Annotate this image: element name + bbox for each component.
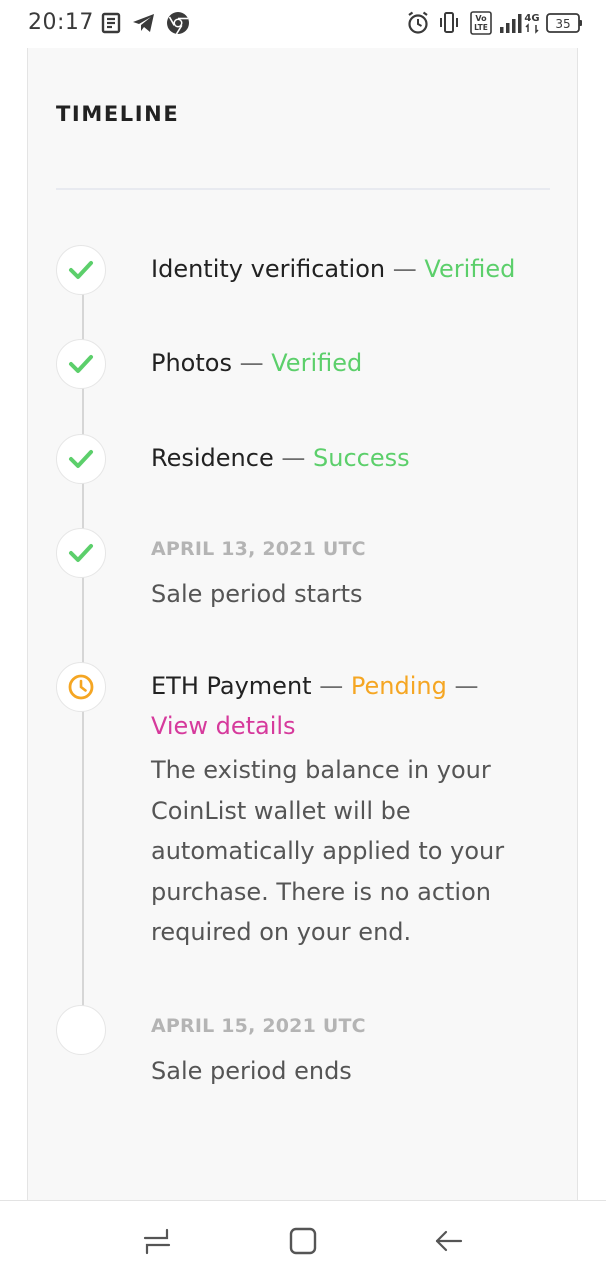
timeline-item-title: Identity verification — Verified: [151, 249, 551, 289]
separator: —: [281, 444, 306, 472]
telegram-icon: [131, 10, 157, 36]
divider: [56, 188, 550, 190]
navigation-bar: [0, 1200, 606, 1280]
timeline-item-title: Residence — Success: [151, 438, 551, 478]
timeline-item-label: Sale period starts: [151, 580, 363, 608]
vibrate-icon: [437, 10, 461, 36]
svg-text:4G: 4G: [524, 13, 539, 24]
battery-icon: 35: [546, 10, 584, 36]
timeline-item-label: Identity verification: [151, 255, 386, 283]
status-verified: Verified: [424, 255, 516, 283]
timeline-item-title: ETH Payment — Pending —: [151, 666, 551, 706]
network-4g-icon: 4G: [522, 10, 542, 36]
empty-circle-icon: [56, 1005, 106, 1055]
timeline-item-label: Residence: [151, 444, 274, 472]
separator: —: [319, 672, 344, 700]
timeline-card: TIMELINE Identity verification — Verifie…: [27, 48, 578, 1200]
timeline-item-date: APRIL 13, 2021 UTC: [151, 538, 366, 560]
back-icon[interactable]: [429, 1221, 469, 1261]
section-title: TIMELINE: [56, 102, 180, 126]
timeline-item-residence: Residence — Success: [151, 438, 551, 478]
timeline-item-eth-payment: ETH Payment — Pending — View details The…: [151, 666, 551, 953]
status-pending: Pending: [350, 672, 447, 700]
check-icon: [56, 434, 106, 484]
check-icon: [56, 245, 106, 295]
status-bar: 20:17 Vo LTE 4G 35: [0, 0, 606, 48]
timeline-item-identity: Identity verification — Verified: [151, 249, 551, 289]
status-time: 20:17: [28, 10, 94, 35]
status-verified: Verified: [271, 349, 363, 377]
timeline-item-label: Photos: [151, 349, 232, 377]
check-icon: [56, 339, 106, 389]
signal-icon: [499, 10, 523, 36]
status-success: Success: [313, 444, 410, 472]
separator: —: [239, 349, 264, 377]
volte-icon: Vo LTE: [469, 10, 493, 36]
timeline-item-date: APRIL 15, 2021 UTC: [151, 1015, 366, 1037]
timeline-item-label: ETH Payment: [151, 672, 312, 700]
timeline-item-sale-end: APRIL 15, 2021 UTC Sale period ends: [151, 1011, 551, 1091]
timeline-item-sale-start: APRIL 13, 2021 UTC Sale period starts: [151, 534, 551, 614]
svg-text:35: 35: [555, 17, 570, 31]
svg-text:Vo: Vo: [475, 14, 487, 23]
clock-icon: [56, 662, 106, 712]
view-details-link[interactable]: View details: [151, 706, 551, 746]
timeline-item-photos: Photos — Verified: [151, 343, 551, 383]
timeline-item-title: Photos — Verified: [151, 343, 551, 383]
separator: —: [454, 672, 479, 700]
separator: —: [392, 255, 417, 283]
chrome-icon: [165, 10, 191, 36]
home-icon[interactable]: [283, 1221, 323, 1261]
timeline-item-description: The existing balance in your CoinList wa…: [151, 756, 505, 946]
recent-apps-icon[interactable]: [137, 1221, 177, 1261]
svg-text:LTE: LTE: [474, 23, 488, 32]
timeline-item-label: Sale period ends: [151, 1057, 352, 1085]
news-icon: [100, 10, 122, 36]
alarm-icon: [406, 10, 430, 36]
check-icon: [56, 528, 106, 578]
